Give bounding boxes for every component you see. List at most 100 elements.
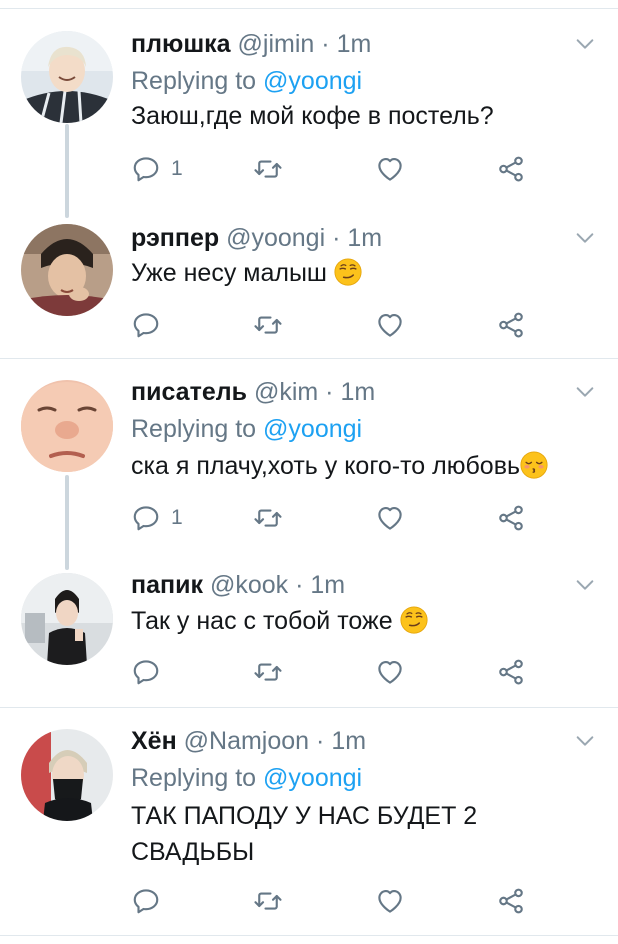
reply-icon — [131, 886, 161, 916]
timestamp[interactable]: 1m — [347, 224, 382, 252]
heart-icon — [375, 154, 405, 184]
heart-icon — [375, 886, 405, 916]
chevron-down-icon[interactable] — [574, 574, 596, 596]
timestamp[interactable]: 1m — [310, 571, 345, 599]
tweet-actions — [131, 308, 531, 342]
replying-to-label: Replying to — [131, 764, 257, 792]
display-name[interactable]: писатель — [131, 378, 247, 406]
user-handle[interactable]: @kim — [254, 378, 318, 406]
display-name[interactable]: рэппер — [131, 224, 219, 252]
mention-link[interactable]: @yoongi — [263, 415, 362, 443]
user-handle[interactable]: @yoongi — [226, 224, 325, 252]
like-button[interactable] — [375, 501, 405, 535]
retweet-icon — [253, 310, 283, 340]
mention-link[interactable]: @yoongi — [263, 67, 362, 95]
tweet-text: Так у нас с тобой тоже — [131, 604, 578, 638]
tweet[interactable]: папик @kook · 1m Так у нас с тобой тоже — [0, 561, 618, 707]
tweet-header: плюшка @jimin · 1m — [131, 29, 371, 59]
display-name[interactable]: папик — [131, 571, 203, 599]
reply-button[interactable] — [131, 308, 161, 342]
retweet-button[interactable] — [253, 152, 283, 186]
retweet-icon — [253, 154, 283, 184]
smirk-emoji-icon — [400, 606, 428, 634]
tweet-text-content: Уже несу малыш — [131, 259, 327, 287]
reply-button[interactable]: 1 — [131, 152, 183, 186]
timestamp[interactable]: 1m — [340, 378, 375, 406]
share-button[interactable] — [496, 152, 526, 186]
tweet[interactable]: рэппер @yoongi · 1m Уже несу малыш — [0, 210, 618, 358]
reply-button[interactable]: 1 — [131, 501, 183, 535]
retweet-icon — [253, 657, 283, 687]
user-handle[interactable]: @jimin — [238, 30, 315, 58]
display-name[interactable]: плюшка — [131, 30, 231, 58]
tweet-text: Уже несу малыш — [131, 256, 578, 290]
heart-icon — [375, 503, 405, 533]
tweet-text: ска я плачу,хоть у кого-то любовь — [131, 449, 608, 483]
display-name[interactable]: Хён — [131, 727, 177, 755]
tweet-header: писатель @kim · 1m — [131, 377, 375, 407]
separator-dot: · — [332, 224, 341, 252]
share-icon — [496, 154, 526, 184]
tweet-text-content: ска я плачу,хоть у кого-то любовь — [131, 452, 521, 480]
separator-dot: · — [295, 571, 304, 599]
share-icon — [496, 886, 526, 916]
tweet[interactable]: писатель @kim · 1m Replying to @yoongi с… — [0, 359, 618, 561]
avatar[interactable] — [21, 224, 113, 316]
tweet[interactable]: Хён @Namjoon · 1m Replying to @yoongi ТА… — [0, 708, 618, 934]
tweet-text-content: Так у нас с тобой тоже — [131, 607, 393, 635]
avatar[interactable] — [21, 573, 113, 665]
share-button[interactable] — [496, 655, 526, 689]
reply-count: 1 — [171, 506, 183, 529]
reply-icon — [131, 310, 161, 340]
chevron-down-icon[interactable] — [574, 730, 596, 752]
replying-to: Replying to @yoongi — [131, 414, 362, 444]
reply-button[interactable] — [131, 655, 161, 689]
chevron-down-icon[interactable] — [574, 381, 596, 403]
tweet-text: Заюш,где мой кофе в постель? — [131, 99, 578, 133]
mention-link[interactable]: @yoongi — [263, 764, 362, 792]
share-button[interactable] — [496, 501, 526, 535]
like-button[interactable] — [375, 655, 405, 689]
retweet-icon — [253, 503, 283, 533]
tweet-text-line: ТАК ПАПОДУ У НАС БУДЕТ 2 — [131, 802, 478, 830]
tweet-actions: 1 — [131, 501, 531, 535]
chevron-down-icon[interactable] — [574, 33, 596, 55]
tweet-header: папик @kook · 1m — [131, 570, 345, 600]
tweet[interactable]: плюшка @jimin · 1m Replying to @yoongi З… — [0, 0, 618, 210]
tweet-actions: 1 — [131, 152, 531, 186]
reply-icon — [131, 503, 161, 533]
chevron-down-icon[interactable] — [574, 227, 596, 249]
heart-icon — [375, 657, 405, 687]
smirk-emoji-icon — [334, 258, 362, 286]
replying-to: Replying to @yoongi — [131, 66, 362, 96]
tweet-header: рэппер @yoongi · 1m — [131, 223, 382, 253]
timestamp[interactable]: 1m — [331, 727, 366, 755]
like-button[interactable] — [375, 884, 405, 918]
separator-dot: · — [325, 378, 334, 406]
share-button[interactable] — [496, 884, 526, 918]
tweet-text: ТАК ПАПОДУ У НАС БУДЕТ 2 СВАДЬБЫ — [131, 798, 578, 870]
separator-dot: · — [321, 30, 330, 58]
timestamp[interactable]: 1m — [337, 30, 372, 58]
like-button[interactable] — [375, 152, 405, 186]
share-icon — [496, 503, 526, 533]
like-button[interactable] — [375, 308, 405, 342]
tweet-actions — [131, 655, 531, 689]
reply-icon — [131, 657, 161, 687]
reply-button[interactable] — [131, 884, 161, 918]
tweet-header: Хён @Namjoon · 1m — [131, 726, 366, 756]
retweet-button[interactable] — [253, 501, 283, 535]
retweet-button[interactable] — [253, 884, 283, 918]
retweet-button[interactable] — [253, 655, 283, 689]
avatar[interactable] — [21, 31, 113, 123]
user-handle[interactable]: @kook — [210, 571, 288, 599]
tweet-text-line: СВАДЬБЫ — [131, 838, 255, 866]
kissing-emoji-icon — [520, 451, 548, 479]
share-button[interactable] — [496, 308, 526, 342]
retweet-button[interactable] — [253, 308, 283, 342]
user-handle[interactable]: @Namjoon — [184, 727, 309, 755]
avatar[interactable] — [21, 380, 113, 472]
share-icon — [496, 657, 526, 687]
avatar[interactable] — [21, 729, 113, 821]
reply-icon — [131, 154, 161, 184]
